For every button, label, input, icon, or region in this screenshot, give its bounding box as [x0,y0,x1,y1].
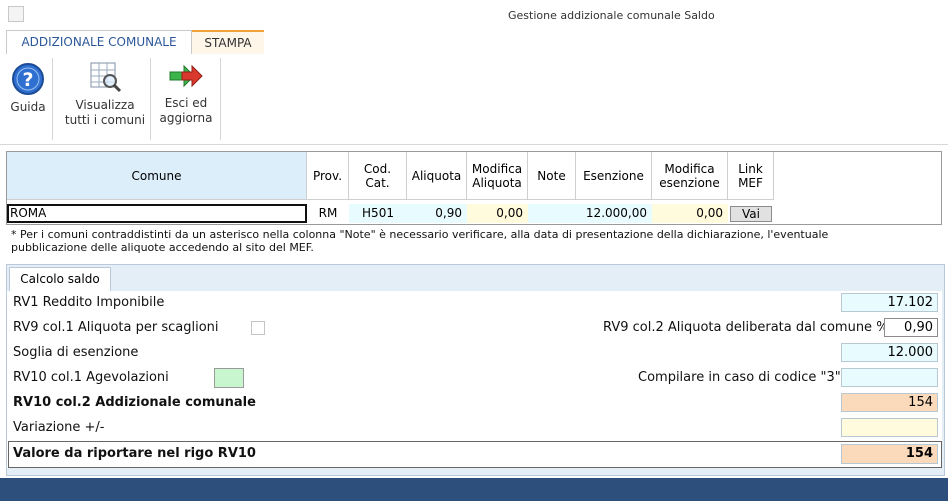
rv9-col1-checkbox[interactable] [251,321,265,335]
col-esenzione-header: Esenzione [576,152,652,200]
col-modifica-esenzione-header: Modifica esenzione [652,152,728,200]
rv9-col2-field[interactable]: 0,90 [884,318,938,337]
codice3-label: Compilare in caso di codice "3" [638,370,841,385]
svg-text:?: ? [22,69,33,91]
help-icon: ? [12,63,44,95]
cell-esenzione: 12.000,00 [576,204,652,223]
title-bar: Gestione addizionale comunale Saldo [0,0,948,30]
vai-button[interactable]: Vai [730,206,772,222]
col-link-mef-header: Link MEF [728,152,774,200]
col-aliquota-header: Aliquota [407,152,467,200]
tab-calcolo-saldo[interactable]: Calcolo saldo [9,267,111,292]
ribbon-separator [150,58,151,140]
app-icon [8,6,24,22]
guida-label: Guida [10,100,46,114]
cell-modifica-esenzione[interactable]: 0,00 [652,204,728,223]
visualizza-label-1: Visualizza [75,98,135,112]
note-line-1: * Per i comuni contraddistinti da un ast… [11,228,829,241]
cell-codcat: H501 [349,204,407,223]
rv10-col2-field: 154 [841,393,938,412]
table-search-icon [90,62,122,93]
note-line-2: pubblicazione delle aliquote accedendo a… [11,241,314,254]
rv10-col2-label: RV10 col.2 Addizionale comunale [13,395,256,410]
variazione-field[interactable] [841,418,938,437]
cell-modifica-aliquota[interactable]: 0,00 [467,204,528,223]
cell-comune[interactable]: ROMA [7,204,307,223]
comuni-grid: Comune Prov. Cod. Cat. Aliquota Modifica A… [6,151,942,225]
ribbon-toolbar: ? Guida Visualizza tutti i comuni Esci e… [0,54,948,145]
col-prov-header: Prov. [307,152,349,200]
variazione-label: Variazione +/- [13,420,105,435]
codice3-field[interactable] [841,368,938,387]
note-text: * Per i comuni contraddistinti da un ast… [11,228,891,254]
cell-aliquota: 0,90 [407,204,467,223]
soglia-label: Soglia di esenzione [13,345,139,360]
exit-arrow-icon [169,64,203,88]
rv9-col1-label: RV9 col.1 Aliquota per scaglioni [13,320,219,335]
soglia-field[interactable]: 12.000 [841,343,938,362]
visualizza-comuni-button[interactable]: Visualizza tutti i comuni [60,54,150,128]
guida-button[interactable]: ? Guida [6,54,50,115]
ribbon-separator [52,58,53,140]
tab-addizionale-comunale[interactable]: ADDIZIONALE COMUNALE [6,30,192,54]
rv1-field[interactable]: 17.102 [841,293,938,312]
rv1-label: RV1 Reddito Imponibile [13,295,165,310]
esci-label-1: Esci ed [164,96,208,110]
valore-rv10-label: Valore da riportare nel rigo RV10 [13,446,256,461]
rv9-col2-label: RV9 col.2 Aliquota deliberata dal comune… [603,320,889,335]
col-comune-header: Comune [7,152,307,200]
col-modifica-aliquota-header: Modifica Aliquota [467,152,528,200]
col-codcat-header: Cod. Cat. [349,152,407,200]
rv10-col1-field[interactable] [214,368,244,388]
esci-label-2: aggiorna [159,111,213,125]
visualizza-label-2: tutti i comuni [64,113,146,127]
esci-aggiorna-button[interactable]: Esci ed aggiorna [155,54,217,126]
col-note-header: Note [528,152,576,200]
cell-prov: RM [318,206,338,220]
valore-rv10-field: 154 [841,444,938,464]
bottom-bar [0,478,948,501]
rv10-col1-label: RV10 col.1 Agevolazioni [13,370,169,385]
cell-note [528,204,576,223]
tab-stampa[interactable]: STAMPA [192,30,264,54]
window-title: Gestione addizionale comunale Saldo [508,9,715,22]
ribbon-separator [220,58,221,140]
